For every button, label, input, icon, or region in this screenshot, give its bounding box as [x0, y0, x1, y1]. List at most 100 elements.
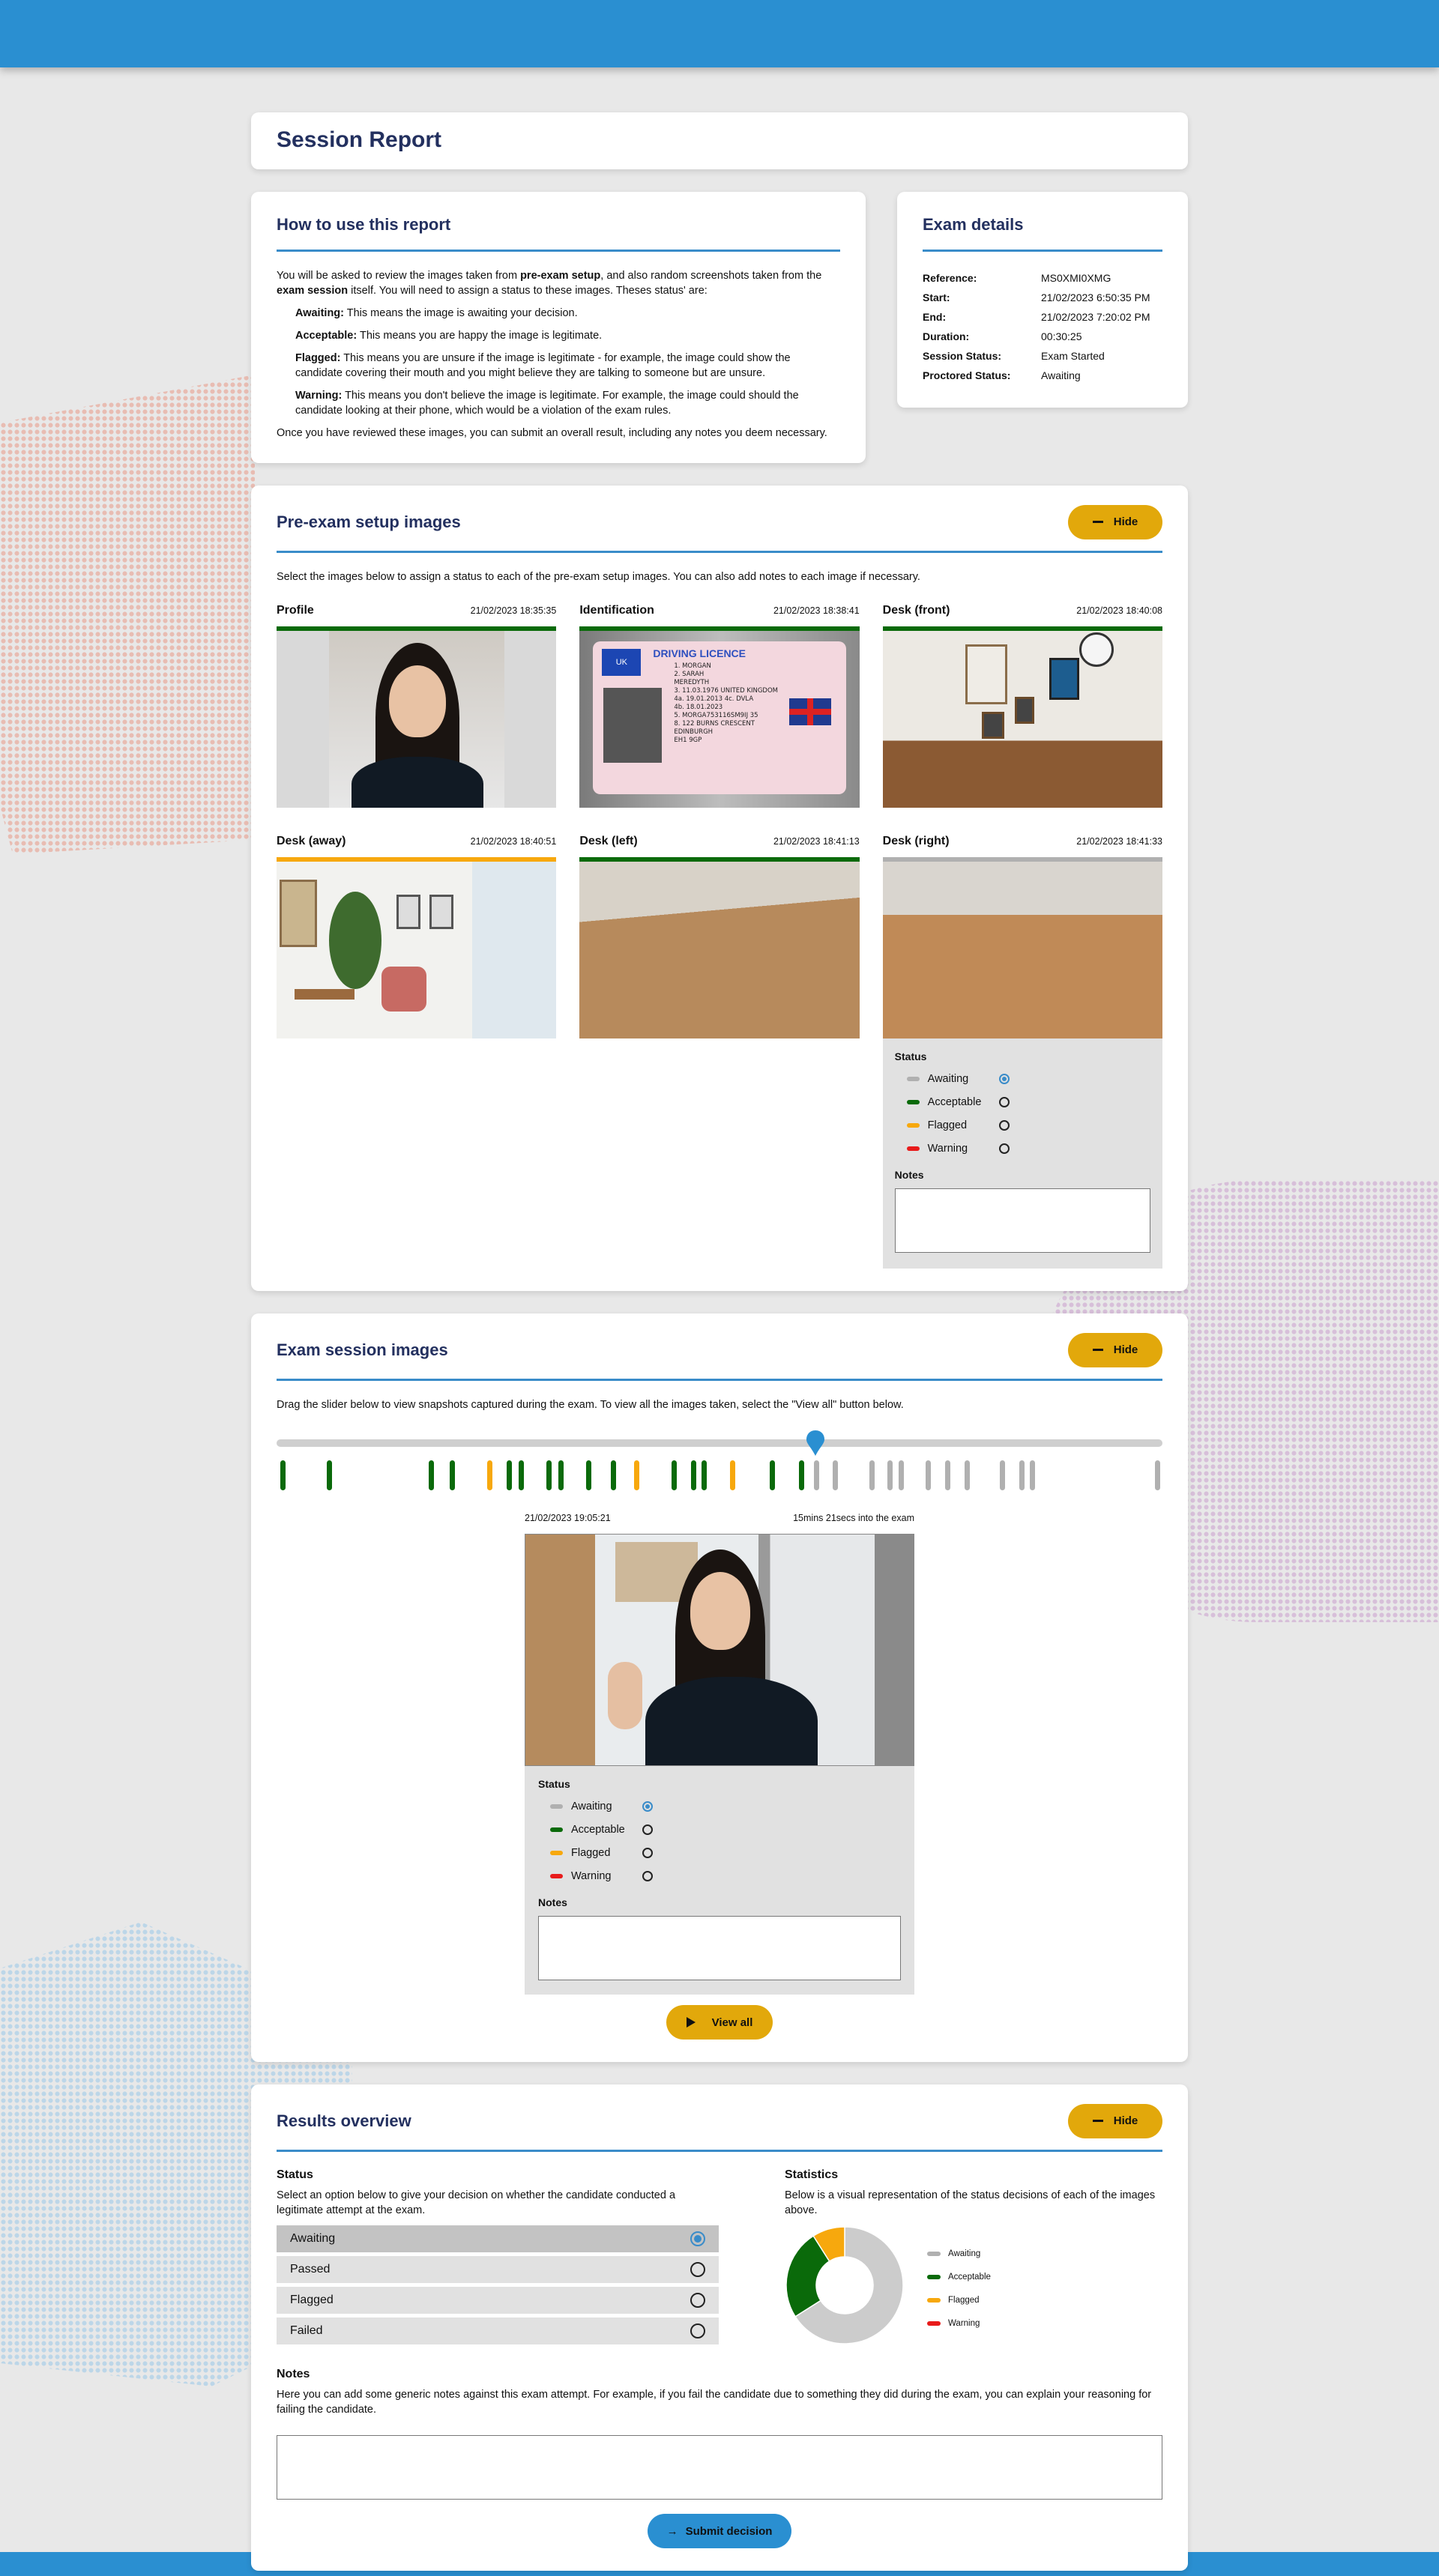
snapshot-status-flagged[interactable]: Flagged	[538, 1841, 901, 1864]
snapshot-photo[interactable]	[525, 1534, 914, 1766]
image-card-profile[interactable]: Profile 21/02/2023 18:35:35	[277, 604, 557, 808]
decision-radio[interactable]	[690, 2231, 705, 2246]
snapshot-status-awaiting[interactable]: Awaiting	[538, 1795, 901, 1818]
overall-notes-input[interactable]	[277, 2435, 1162, 2500]
image-card-identification[interactable]: Identification 21/02/2023 18:38:41 UK DRI…	[579, 604, 860, 808]
how-to-title: How to use this report	[277, 214, 451, 234]
decision-radio[interactable]	[690, 2293, 705, 2308]
image-card-desk-left[interactable]: Desk (left) 21/02/2023 18:41:13	[579, 835, 860, 1269]
snapshot-tick[interactable]	[280, 1460, 286, 1490]
snapshot-slider[interactable]	[277, 1430, 1162, 1492]
snapshot-tick[interactable]	[586, 1460, 592, 1490]
legend-swatch	[927, 2274, 941, 2279]
snapshot-tick[interactable]	[1019, 1460, 1025, 1490]
snapshot-tick[interactable]	[690, 1460, 696, 1490]
status-option-flagged[interactable]: Flagged	[895, 1113, 1150, 1137]
snapshot-tick[interactable]	[869, 1460, 875, 1490]
flagged-radio[interactable]	[642, 1847, 653, 1858]
detail-row-end: End: 21/02/2023 7:20:02 PM	[923, 311, 1150, 323]
slider-track[interactable]	[277, 1439, 1162, 1447]
desk-right-notes-input[interactable]	[894, 1188, 1150, 1253]
awaiting-radio[interactable]	[998, 1073, 1010, 1084]
snapshot-status-warning[interactable]: Warning	[538, 1864, 901, 1887]
play-icon	[686, 2017, 696, 2028]
statistics-section: Statistics Below is a visual representat…	[785, 2168, 1162, 2348]
snapshot-tick[interactable]	[1000, 1460, 1006, 1490]
desk-left-photo[interactable]	[579, 862, 860, 1038]
snapshot-tick[interactable]	[1030, 1460, 1036, 1490]
snapshot-status-acceptable[interactable]: Acceptable	[538, 1818, 901, 1841]
acceptable-radio[interactable]	[642, 1824, 653, 1835]
detail-row-session-status: Session Status: Exam Started	[923, 350, 1105, 362]
image-card-desk-away[interactable]: Desk (away) 21/02/2023 18:40:51	[277, 835, 557, 1269]
snapshot-elapsed: 15mins 21secs into the exam	[793, 1513, 914, 1523]
snapshot-tick[interactable]	[944, 1460, 950, 1490]
warning-radio[interactable]	[998, 1143, 1010, 1154]
desk-away-photo[interactable]	[277, 862, 557, 1038]
exam-session-card: Exam session images Hide Drag the slider…	[251, 1313, 1188, 2062]
snapshot-tick[interactable]	[326, 1460, 332, 1490]
snapshot-tick[interactable]	[964, 1460, 970, 1490]
identification-photo[interactable]: UK DRIVING LICENCE 1. MORGAN 2. SARAH MER…	[579, 631, 860, 808]
slider-handle[interactable]	[805, 1430, 826, 1456]
exam-session-title: Exam session images	[277, 1340, 448, 1359]
decision-option-passed[interactable]: Passed	[277, 2256, 719, 2283]
snapshot-tick[interactable]	[633, 1460, 639, 1490]
snapshot-tick[interactable]	[506, 1460, 512, 1490]
snapshot-tick[interactable]	[671, 1460, 677, 1490]
awaiting-radio[interactable]	[642, 1801, 653, 1812]
notes-label: Notes	[894, 1169, 924, 1181]
profile-photo[interactable]	[277, 631, 557, 808]
minus-icon	[1092, 521, 1103, 523]
snapshot-tick[interactable]	[1154, 1460, 1160, 1490]
snapshot-tick[interactable]	[769, 1460, 775, 1490]
image-timestamp: 21/02/2023 18:41:13	[773, 836, 860, 847]
snapshot-tick[interactable]	[798, 1460, 804, 1490]
pre-exam-hide-button[interactable]: Hide	[1068, 504, 1162, 539]
flagged-radio[interactable]	[998, 1119, 1010, 1131]
acceptable-radio[interactable]	[998, 1096, 1010, 1107]
snapshot-tick[interactable]	[486, 1460, 492, 1490]
image-timestamp: 21/02/2023 18:35:35	[470, 605, 557, 616]
image-card-desk-right[interactable]: Desk (right) 21/02/2023 18:41:33 Status A…	[882, 835, 1162, 1269]
status-option-warning[interactable]: Warning	[895, 1137, 1150, 1160]
image-timestamp: 21/02/2023 18:41:33	[1076, 836, 1162, 847]
exam-session-description: Drag the slider below to view snapshots …	[277, 1399, 904, 1411]
results-hide-button[interactable]: Hide	[1068, 2103, 1162, 2138]
snapshot-tick[interactable]	[925, 1460, 931, 1490]
snapshot-tick[interactable]	[519, 1460, 525, 1490]
snapshot-tick[interactable]	[701, 1460, 707, 1490]
legend-flagged: Flagged	[927, 2288, 991, 2312]
snapshot-notes-input[interactable]	[538, 1916, 901, 1980]
overall-notes-heading: Notes	[277, 2368, 310, 2380]
status-heading: Status	[894, 1050, 927, 1062]
decision-option-flagged[interactable]: Flagged	[277, 2287, 719, 2314]
snapshot-tick[interactable]	[899, 1460, 905, 1490]
snapshot-tick[interactable]	[428, 1460, 434, 1490]
decision-option-failed[interactable]: Failed	[277, 2318, 719, 2344]
snapshot-tick[interactable]	[611, 1460, 617, 1490]
desk-front-photo[interactable]	[882, 631, 1162, 808]
decision-option-awaiting[interactable]: Awaiting	[277, 2225, 719, 2252]
snapshot-tick[interactable]	[450, 1460, 456, 1490]
snapshot-tick[interactable]	[832, 1460, 838, 1490]
warning-radio[interactable]	[642, 1870, 653, 1881]
image-card-desk-front[interactable]: Desk (front) 21/02/2023 18:40:08	[882, 604, 1162, 808]
snapshot-tick[interactable]	[729, 1460, 735, 1490]
results-title: Results overview	[277, 2111, 411, 2130]
status-option-acceptable[interactable]: Acceptable	[895, 1090, 1150, 1113]
exam-session-hide-button[interactable]: Hide	[1068, 1332, 1162, 1367]
snapshot-tick[interactable]	[546, 1460, 552, 1490]
desk-right-photo[interactable]	[882, 862, 1162, 1038]
decision-radio[interactable]	[690, 2323, 705, 2338]
snapshot-tick[interactable]	[813, 1460, 819, 1490]
view-all-button[interactable]: View all	[666, 2005, 773, 2040]
top-header-bar	[0, 0, 1439, 67]
snapshot-tick[interactable]	[558, 1460, 564, 1490]
status-option-awaiting[interactable]: Awaiting	[895, 1067, 1150, 1090]
warning-swatch	[550, 1873, 563, 1878]
snapshot-tick[interactable]	[887, 1460, 893, 1490]
decision-radio[interactable]	[690, 2262, 705, 2277]
legend-acceptable: Acceptable	[927, 2265, 991, 2288]
submit-decision-button[interactable]: → Submit decision	[648, 2514, 791, 2548]
